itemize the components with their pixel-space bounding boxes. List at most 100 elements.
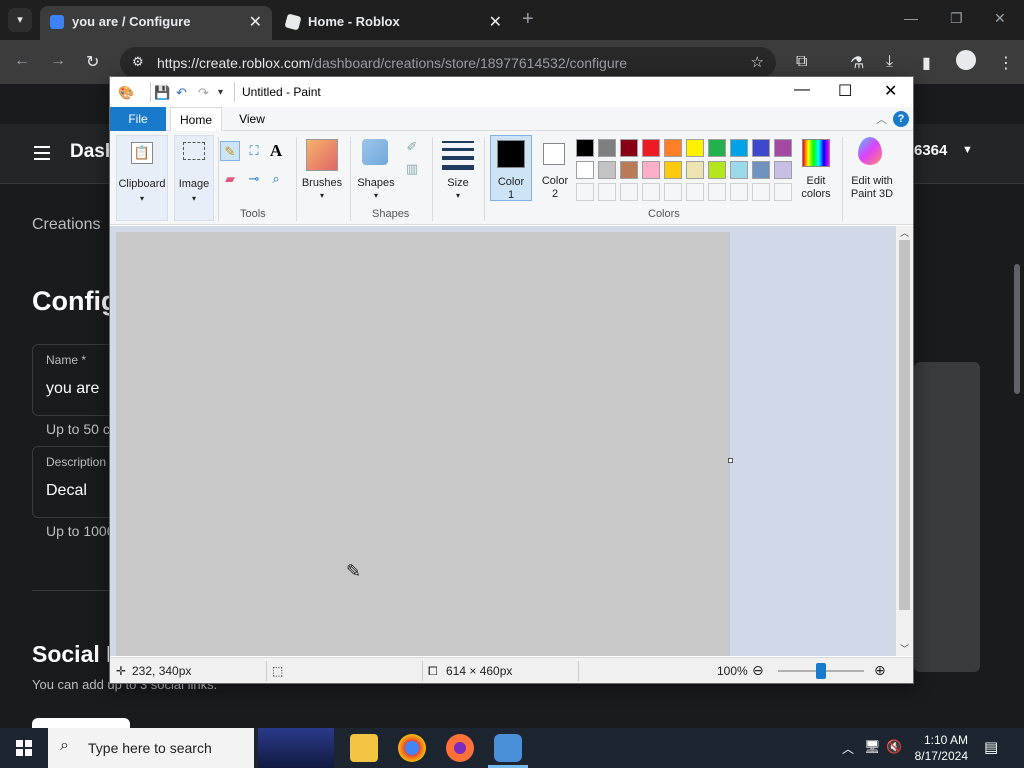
palette-swatch[interactable] [730,161,748,179]
outline-icon[interactable]: ✐ [402,137,422,157]
palette-swatch[interactable] [686,161,704,179]
chrome-icon[interactable] [398,734,426,762]
zoom-out-icon[interactable]: ⊖ [752,662,764,679]
undo-icon[interactable]: ↶ [176,85,187,101]
eraser-tool-icon[interactable]: ▰ [220,169,240,189]
palette-swatch[interactable] [730,183,748,201]
palette-swatch[interactable] [664,161,682,179]
page-scrollbar[interactable] [1014,264,1020,394]
size-button[interactable]: Size ▾ [438,135,478,201]
extensions-icon[interactable]: ⧉ [796,53,807,71]
palette-swatch[interactable] [620,139,638,157]
magnifier-icon[interactable]: ⌕ [266,169,286,189]
color1-selector[interactable]: Color 1 [490,135,532,201]
palette-swatch[interactable] [686,139,704,157]
palette-swatch[interactable] [598,139,616,157]
palette-swatch[interactable] [620,161,638,179]
palette-swatch[interactable] [642,183,660,201]
palette-swatch[interactable] [752,139,770,157]
notifications-icon[interactable]: ▤ [984,738,998,756]
scrollbar-thumb[interactable] [899,240,910,610]
back-icon[interactable]: ← [14,52,30,70]
brushes-button[interactable]: Brushes ▾ [300,135,344,201]
header-user[interactable]: 6364 [914,142,947,159]
labs-icon[interactable]: ⚗ [850,53,864,73]
tab-search-button[interactable]: ▾ [8,8,32,32]
palette-swatch[interactable] [686,183,704,201]
palette-swatch[interactable] [598,183,616,201]
collapse-ribbon-icon[interactable]: ︿ [876,111,887,127]
tab-close-icon[interactable]: ✕ [249,12,262,32]
tab-close-icon[interactable]: ✕ [489,12,502,32]
palette-swatch[interactable] [730,139,748,157]
color2-selector[interactable]: Color 2 [534,135,576,201]
image-button[interactable]: Image ▾ [174,135,214,221]
paint-taskbar-icon[interactable] [494,734,522,762]
palette-swatch[interactable] [774,161,792,179]
paint-maximize-icon[interactable]: ☐ [838,81,852,101]
save-icon[interactable]: 💾 [154,85,170,101]
new-tab-button[interactable]: + [522,8,534,31]
palette-swatch[interactable] [708,139,726,157]
profile-avatar[interactable] [956,50,976,70]
firefox-icon[interactable] [446,734,474,762]
windows-start-icon[interactable] [16,740,32,756]
file-explorer-icon[interactable] [350,734,378,762]
volume-muted-icon[interactable]: 🔇 [886,739,902,755]
palette-swatch[interactable] [576,161,594,179]
site-info-icon[interactable]: ⚙ [132,54,144,70]
tab-configure[interactable]: you are / Configure ✕ [40,6,272,40]
zoom-in-icon[interactable]: ⊕ [874,662,886,679]
fill-tool-icon[interactable]: ⛶ [244,141,264,161]
tab-file[interactable]: File [110,107,166,131]
search-highlight-image[interactable] [258,728,334,768]
palette-swatch[interactable] [664,183,682,201]
palette-swatch[interactable] [774,139,792,157]
reload-icon[interactable]: ↻ [86,52,99,72]
tab-home[interactable]: Home [170,107,222,132]
palette-swatch[interactable] [642,139,660,157]
text-tool-icon[interactable]: A [266,141,286,161]
edit-colors-button[interactable]: Edit colors [796,135,836,201]
color-picker-icon[interactable]: ⊸ [244,169,264,189]
forward-icon[interactable]: → [50,52,66,70]
palette-swatch[interactable] [708,161,726,179]
shapes-button[interactable]: Shapes ▾ [354,135,398,201]
paint-close-icon[interactable]: ✕ [884,81,897,101]
menu-icon[interactable] [34,146,50,164]
customize-quick-access-icon[interactable]: ▾ [218,87,223,98]
palette-swatch[interactable] [576,183,594,201]
breadcrumb[interactable]: Creations [32,216,100,234]
download-icon[interactable]: ⤓ [886,53,893,71]
address-bar[interactable]: ⚙ https://create.roblox.com/dashboard/cr… [120,47,776,78]
taskbar-search-box[interactable]: ⌕ Type here to search [48,728,254,768]
redo-icon[interactable]: ↷ [198,85,209,101]
scroll-up-icon[interactable]: ︿ [900,226,909,239]
edit-with-paint3d-button[interactable]: Edit with Paint 3D [844,135,900,201]
canvas-resize-handle[interactable] [728,458,733,463]
taskbar-clock[interactable]: 1:10 AM 8/17/2024 [915,732,968,764]
tab-view[interactable]: View [226,107,278,131]
palette-swatch[interactable] [664,139,682,157]
palette-swatch[interactable] [598,161,616,179]
drawing-canvas[interactable] [116,232,730,656]
paint-minimize-icon[interactable]: — [794,81,810,99]
fill-shape-icon[interactable]: ▥ [402,159,422,179]
browser-menu-icon[interactable]: ⋮ [998,53,1014,73]
canvas-vertical-scrollbar[interactable]: ︿ ﹀ [896,226,913,656]
network-icon[interactable]: 🖥 [864,739,881,755]
tab-home-roblox[interactable]: Home - Roblox ✕ [276,6,512,40]
palette-swatch[interactable] [708,183,726,201]
pencil-tool-icon[interactable]: ✎ [220,141,240,161]
palette-swatch[interactable] [642,161,660,179]
scroll-down-icon[interactable]: ﹀ [900,642,909,655]
restore-icon[interactable]: ❐ [950,10,963,27]
palette-swatch[interactable] [752,161,770,179]
palette-swatch[interactable] [752,183,770,201]
minimize-icon[interactable]: — [904,10,918,26]
add-social-link-button[interactable] [32,718,130,728]
clipboard-button[interactable]: 📋 Clipboard ▾ [116,135,168,221]
paint-title-bar[interactable]: 🎨 💾 ↶ ↷ ▾ Untitled - Paint — ☐ ✕ [110,77,913,107]
bookmark-star-icon[interactable]: ☆ [751,53,764,71]
side-panel-icon[interactable]: ▮ [922,53,931,73]
